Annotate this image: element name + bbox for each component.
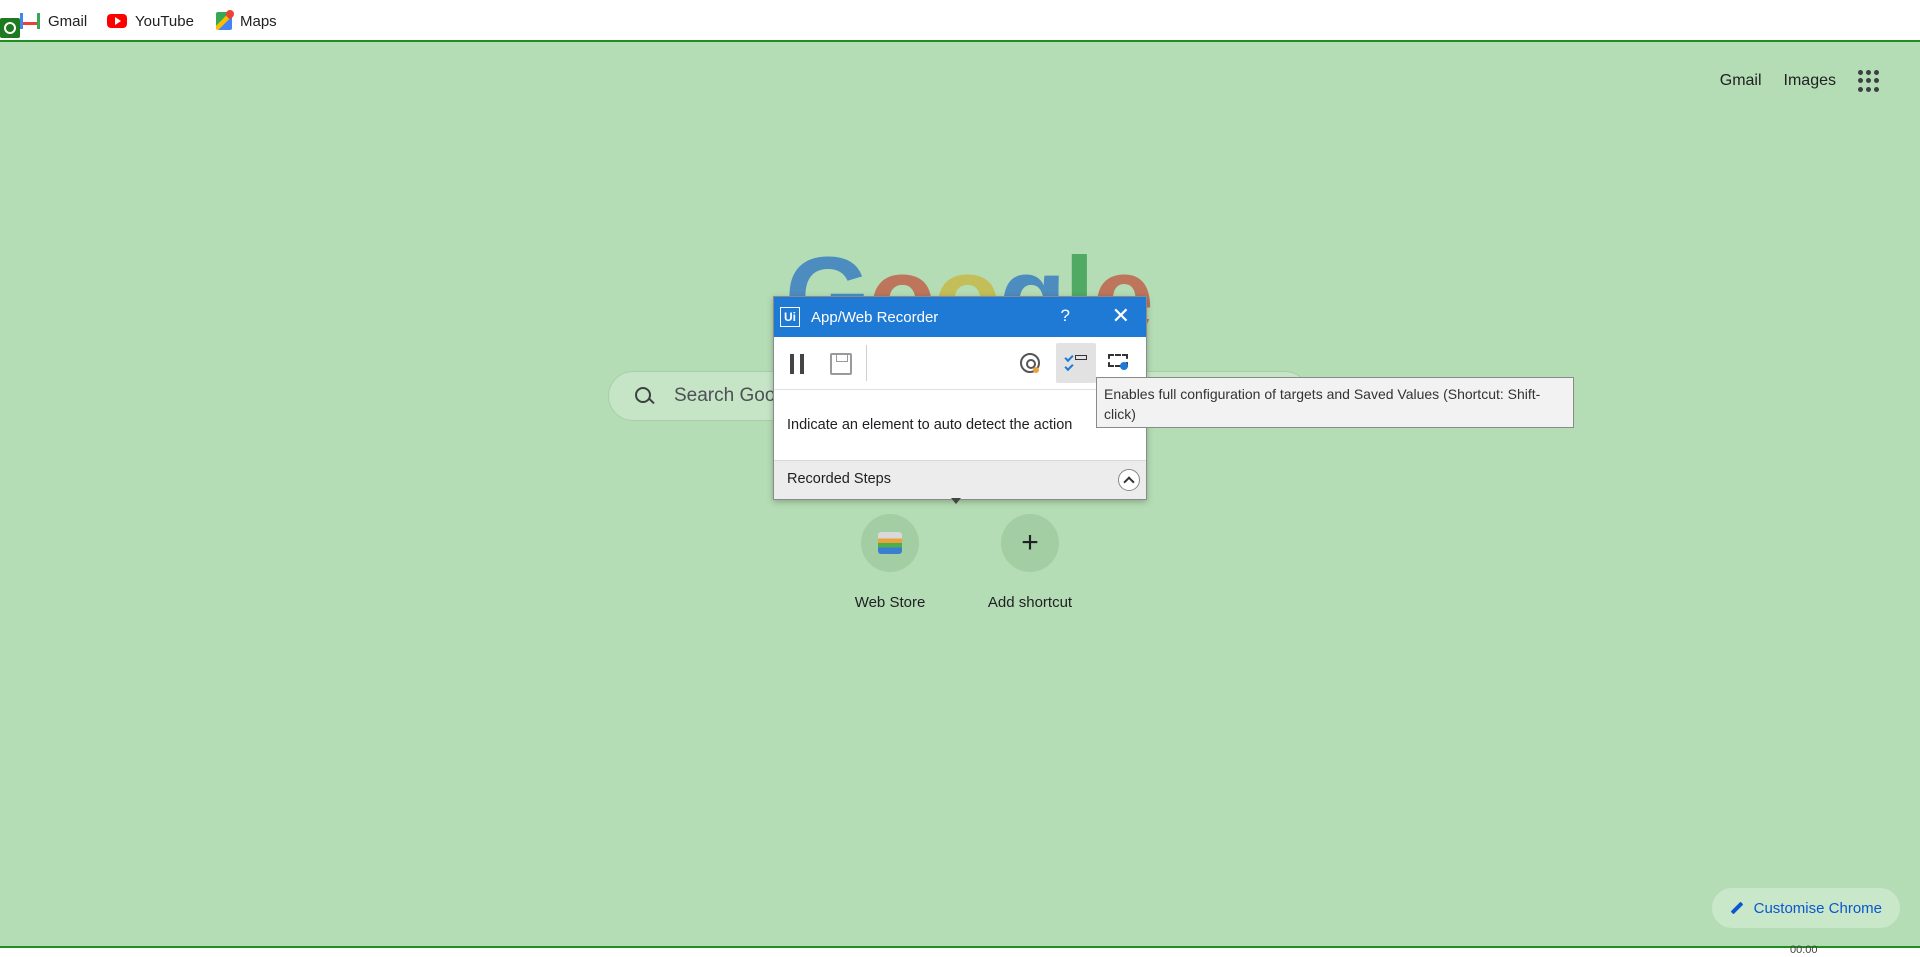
- header-links: Gmail Images: [1720, 70, 1880, 92]
- help-button[interactable]: ?: [1061, 306, 1070, 326]
- checklist-icon: [1064, 352, 1087, 372]
- search-placeholder: Search Goo: [674, 385, 776, 406]
- recorder-title-bar[interactable]: Ui App/Web Recorder ? ✕: [774, 297, 1146, 337]
- shortcut-label: Add shortcut: [987, 594, 1073, 611]
- full-configuration-button[interactable]: [1056, 343, 1096, 383]
- bookmark-maps[interactable]: Maps: [216, 8, 277, 34]
- dialog-anchor-icon: [951, 498, 961, 504]
- taskbar: 00:00: [0, 944, 1920, 957]
- recorder-toolbar: [774, 337, 1146, 390]
- customise-chrome-label: Customise Chrome: [1753, 899, 1882, 917]
- close-button[interactable]: ✕: [1112, 303, 1130, 329]
- images-link[interactable]: Images: [1784, 72, 1836, 90]
- bookmark-label: Maps: [240, 12, 277, 30]
- bookmark-youtube[interactable]: YouTube: [107, 8, 194, 34]
- recorded-steps-label: Recorded Steps: [787, 471, 891, 487]
- customise-chrome-button[interactable]: Customise Chrome: [1711, 888, 1900, 928]
- youtube-icon: [107, 14, 127, 28]
- uipath-logo-icon: Ui: [780, 307, 800, 327]
- save-icon[interactable]: [830, 353, 852, 375]
- webstore-icon: [878, 532, 902, 554]
- bookmarks-bar: Gmail YouTube Maps: [0, 0, 1920, 40]
- shortcut-web-store[interactable]: Web Store: [820, 514, 960, 611]
- recorder-title: App/Web Recorder: [811, 308, 939, 326]
- recorder-instruction: Indicate an element to auto detect the a…: [787, 417, 1073, 433]
- app-web-recorder-dialog: Ui App/Web Recorder ? ✕ Indicate an elem…: [773, 296, 1147, 500]
- pencil-icon: [1730, 901, 1743, 915]
- pause-icon[interactable]: [790, 354, 804, 374]
- gmail-icon: [20, 13, 40, 29]
- gmail-link[interactable]: Gmail: [1720, 72, 1762, 90]
- recorded-steps-panel[interactable]: Recorded Steps: [774, 460, 1146, 499]
- shortcut-label: Web Store: [854, 594, 926, 611]
- toolbar-divider: [866, 345, 867, 381]
- bookmark-label: YouTube: [135, 12, 194, 30]
- google-apps-icon[interactable]: [1858, 70, 1880, 92]
- tooltip: Enables full configuration of targets an…: [1096, 377, 1574, 428]
- shortcut-tile[interactable]: +: [1001, 514, 1059, 572]
- search-icon: [635, 387, 651, 403]
- maps-icon: [216, 12, 232, 30]
- recording-indicator-icon: [0, 18, 20, 38]
- bookmark-label: Gmail: [48, 12, 88, 30]
- taskbar-clock: 00:00: [1790, 944, 1818, 956]
- plus-icon: +: [1021, 526, 1039, 559]
- chevron-up-icon[interactable]: [1118, 469, 1140, 491]
- shortcut-add[interactable]: + Add shortcut: [960, 514, 1100, 611]
- screen-capture-icon[interactable]: [1108, 354, 1132, 372]
- target-badge: [1033, 367, 1039, 373]
- shortcut-tile[interactable]: [861, 514, 919, 572]
- bookmark-gmail[interactable]: Gmail: [20, 8, 87, 34]
